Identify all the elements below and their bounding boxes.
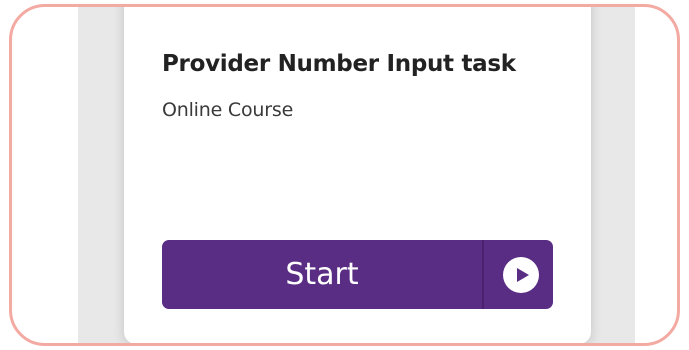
start-button[interactable]: Start bbox=[162, 240, 553, 309]
course-type-label: Online Course bbox=[162, 99, 294, 121]
button-divider bbox=[482, 240, 484, 309]
course-title: Provider Number Input task bbox=[162, 51, 516, 77]
start-button-label: Start bbox=[285, 257, 359, 292]
highlight-frame: Provider Number Input task Online Course… bbox=[9, 4, 680, 346]
play-circle-icon bbox=[503, 257, 539, 293]
course-card: Provider Number Input task Online Course… bbox=[124, 7, 591, 343]
